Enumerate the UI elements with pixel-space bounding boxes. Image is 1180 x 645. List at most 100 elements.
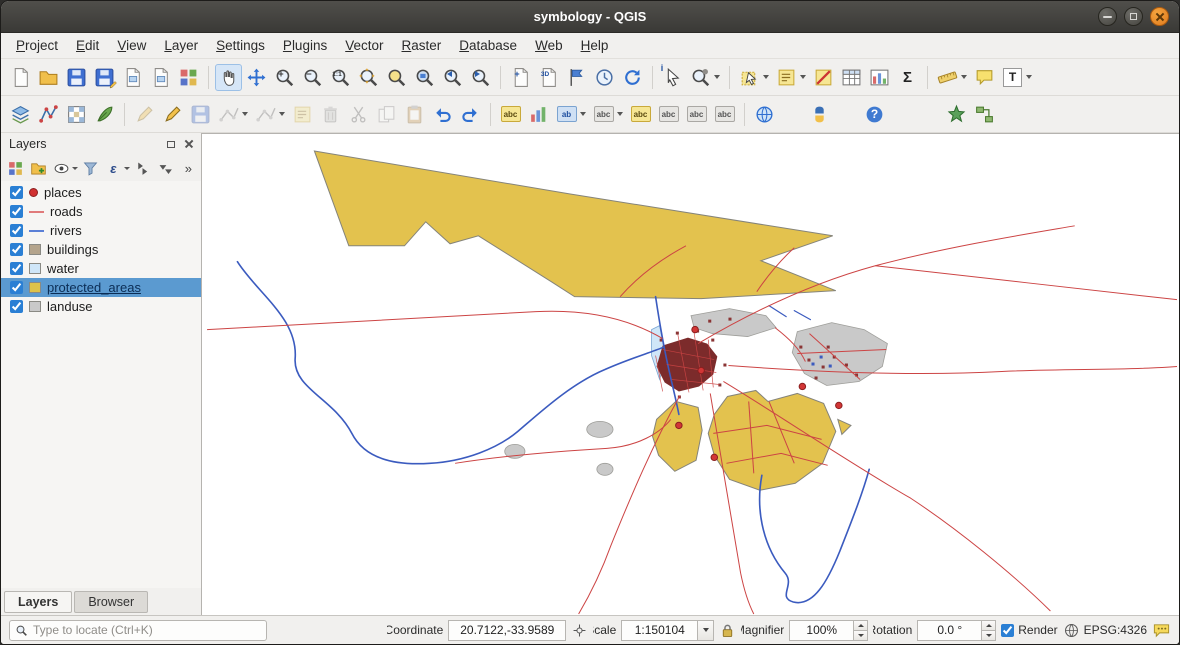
layer-row-rivers[interactable]: rivers (1, 221, 201, 240)
deselect-features-icon[interactable] (810, 64, 837, 91)
menu-help[interactable]: Help (572, 35, 618, 56)
open-project-icon[interactable] (35, 64, 62, 91)
filter-legend-icon[interactable] (80, 157, 101, 179)
close-panel-icon[interactable] (182, 137, 196, 151)
zoom-to-selection-icon[interactable] (383, 64, 410, 91)
layer-name-rivers[interactable]: rivers (50, 223, 82, 238)
maximize-button[interactable] (1124, 7, 1143, 26)
menu-raster[interactable]: Raster (393, 35, 451, 56)
pan-map-icon[interactable] (215, 64, 242, 91)
temporal-controller-icon[interactable] (591, 64, 618, 91)
identify-features-icon[interactable]: i (659, 64, 686, 91)
scale-combo[interactable] (621, 620, 714, 641)
field-calculator-icon[interactable] (866, 64, 893, 91)
new-map-view-icon[interactable]: + (507, 64, 534, 91)
menu-layer[interactable]: Layer (155, 35, 207, 56)
rotation-up-icon[interactable] (981, 620, 996, 631)
layout-manager-icon[interactable] (147, 64, 174, 91)
redo-icon[interactable] (457, 101, 484, 128)
coordinate-input[interactable] (448, 620, 566, 641)
close-button[interactable] (1150, 7, 1169, 26)
lock-scale-icon[interactable] (719, 622, 736, 639)
rotation-input[interactable] (917, 620, 981, 641)
style-manager-icon[interactable] (175, 64, 202, 91)
messages-icon[interactable] (1152, 621, 1171, 640)
locator-search[interactable] (9, 620, 267, 641)
refresh-icon[interactable] (619, 64, 646, 91)
float-panel-icon[interactable] (164, 137, 178, 151)
layer-labeling-icon[interactable]: abc (497, 101, 524, 128)
spatial-bookmarks-icon[interactable] (563, 64, 590, 91)
layer-name-places[interactable]: places (44, 185, 82, 200)
feature-action-caret-icon[interactable] (714, 75, 720, 79)
delete-selected-icon[interactable] (317, 101, 344, 128)
new-print-layout-icon[interactable] (119, 64, 146, 91)
layer-row-places[interactable]: places (1, 183, 201, 202)
toggle-editing-icon[interactable] (159, 101, 186, 128)
filter-by-expression-icon[interactable]: ε (103, 157, 124, 179)
render-checkbox[interactable] (1001, 624, 1014, 637)
measure-caret-icon[interactable] (961, 75, 967, 79)
layer-checkbox-protected-areas[interactable] (10, 281, 23, 294)
layer-row-water[interactable]: water (1, 259, 201, 278)
rotation-spinbox[interactable] (917, 620, 996, 641)
layer-checkbox-rivers[interactable] (10, 224, 23, 237)
menu-vector[interactable]: Vector (336, 35, 392, 56)
undo-icon[interactable] (429, 101, 456, 128)
scale-input[interactable] (621, 620, 697, 641)
current-edits-icon[interactable] (131, 101, 158, 128)
select-features-caret-icon[interactable] (763, 75, 769, 79)
python-console-icon[interactable] (806, 101, 833, 128)
annotation-caret-icon[interactable] (1026, 75, 1032, 79)
magnifier-down-icon[interactable] (853, 631, 868, 641)
open-attribute-table-icon[interactable] (838, 64, 865, 91)
run-feature-action-icon[interactable] (687, 64, 714, 91)
menu-settings[interactable]: Settings (207, 35, 274, 56)
layer-checkbox-roads[interactable] (10, 205, 23, 218)
layer-diagram-icon[interactable] (525, 101, 552, 128)
add-raster-layer-icon[interactable] (63, 101, 90, 128)
select-features-icon[interactable] (736, 64, 763, 91)
toolbar-overflow-icon[interactable]: » (180, 161, 197, 176)
processing-toolbox-icon[interactable] (943, 101, 970, 128)
layer-checkbox-water[interactable] (10, 262, 23, 275)
zoom-out-icon[interactable]: − (299, 64, 326, 91)
menu-database[interactable]: Database (450, 35, 526, 56)
highlight-pinned-labels-icon[interactable]: abc (627, 101, 654, 128)
layer-name-buildings[interactable]: buildings (47, 242, 98, 257)
rotation-down-icon[interactable] (981, 631, 996, 641)
magnifier-spinbox[interactable] (789, 620, 868, 641)
locator-input[interactable] (33, 623, 261, 637)
map-canvas[interactable] (202, 133, 1179, 615)
menu-web[interactable]: Web (526, 35, 572, 56)
metasearch-icon[interactable] (751, 101, 778, 128)
statistical-summary-icon[interactable]: Σ (894, 64, 921, 91)
scale-dropdown-icon[interactable] (697, 620, 714, 641)
pin-labels-icon[interactable]: abc (590, 101, 617, 128)
paste-features-icon[interactable] (401, 101, 428, 128)
layer-checkbox-places[interactable] (10, 186, 23, 199)
vertex-tool-icon[interactable] (252, 101, 279, 128)
tab-browser[interactable]: Browser (74, 591, 148, 613)
layer-name-landuse[interactable]: landuse (47, 299, 93, 314)
zoom-to-layer-icon[interactable] (411, 64, 438, 91)
layer-row-landuse[interactable]: landuse (1, 297, 201, 316)
data-source-manager-icon[interactable] (7, 101, 34, 128)
add-mesh-layer-icon[interactable] (91, 101, 118, 128)
layer-name-water[interactable]: water (47, 261, 79, 276)
zoom-native-icon[interactable]: 1:1 (327, 64, 354, 91)
modify-attributes-icon[interactable] (289, 101, 316, 128)
change-label-icon[interactable]: abc (711, 101, 738, 128)
add-group-icon[interactable] (28, 157, 49, 179)
add-vector-layer-icon[interactable] (35, 101, 62, 128)
copy-features-icon[interactable] (373, 101, 400, 128)
measure-icon[interactable] (934, 64, 961, 91)
collapse-all-icon[interactable] (155, 157, 176, 179)
text-annotation-icon[interactable]: T (999, 64, 1026, 91)
minimize-button[interactable] (1098, 7, 1117, 26)
zoom-full-icon[interactable] (355, 64, 382, 91)
save-project-as-icon[interactable] (91, 64, 118, 91)
save-project-icon[interactable] (63, 64, 90, 91)
map-tips-icon[interactable] (971, 64, 998, 91)
pan-to-selection-icon[interactable] (243, 64, 270, 91)
